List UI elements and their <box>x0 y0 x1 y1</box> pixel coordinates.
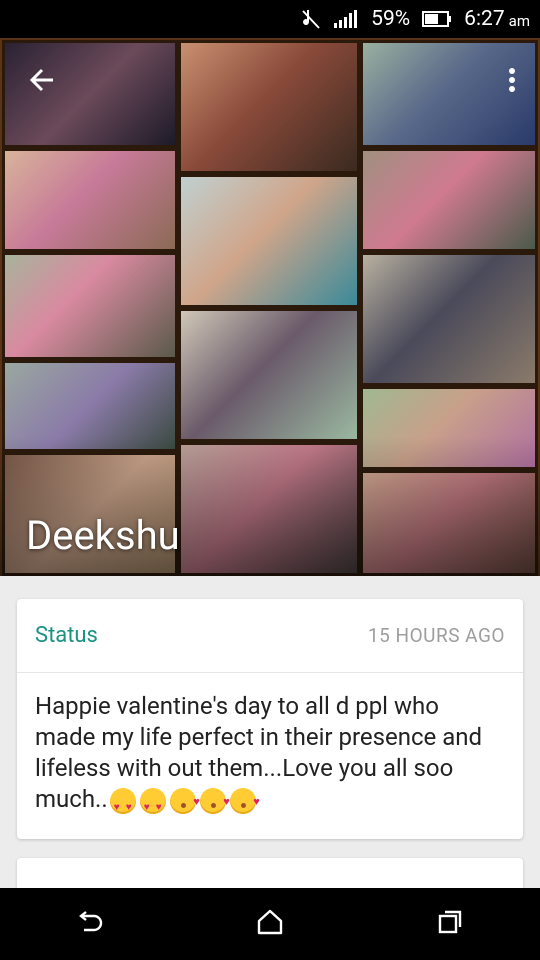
clock-ampm: am <box>508 12 530 30</box>
profile-header-photo[interactable]: Deekshu <box>0 38 540 576</box>
clock-time: 6:27 <box>464 7 505 31</box>
status-text-block: Happie valentine's day to all d ppl who … <box>17 673 523 833</box>
status-card[interactable]: Status 15 HOURS AGO Happie valentine's d… <box>17 599 523 839</box>
heart-eyes-emoji-icon <box>139 787 166 823</box>
photo-tile <box>360 148 538 252</box>
back-arrow-icon <box>29 68 55 96</box>
nav-recents-button[interactable] <box>420 894 480 954</box>
nav-back-button[interactable] <box>60 894 120 954</box>
photo-tile <box>360 252 538 386</box>
back-button[interactable] <box>24 64 60 100</box>
photo-tile <box>178 308 360 442</box>
status-timestamp: 15 HOURS AGO <box>367 624 505 647</box>
emoji-group <box>109 786 260 823</box>
more-vert-icon <box>508 67 516 97</box>
photo-tile <box>178 174 360 308</box>
signal-icon <box>333 9 359 29</box>
photo-tile <box>2 148 178 252</box>
nav-recents-icon <box>437 909 463 939</box>
overflow-menu-button[interactable] <box>502 64 522 100</box>
status-title: Status <box>35 623 98 648</box>
contact-name: Deekshu <box>26 512 180 559</box>
photo-tile <box>2 252 178 360</box>
kissing-face-emoji-icon <box>199 786 230 817</box>
battery-icon <box>422 10 452 28</box>
status-card-header: Status 15 HOURS AGO <box>17 599 523 673</box>
nav-home-icon <box>256 909 284 939</box>
nav-back-icon <box>76 910 104 938</box>
silent-icon <box>301 8 321 30</box>
heart-eyes-emoji-icon <box>109 787 136 823</box>
photo-tile <box>178 40 360 174</box>
nav-home-button[interactable] <box>240 894 300 954</box>
status-bar: 59% 6:27 am <box>0 0 540 38</box>
kissing-face-emoji-icon <box>169 786 200 817</box>
battery-percent: 59% <box>371 7 411 31</box>
navigation-bar <box>0 888 540 960</box>
clock: 6:27 am <box>464 7 530 31</box>
kissing-face-emoji-icon <box>229 786 260 817</box>
